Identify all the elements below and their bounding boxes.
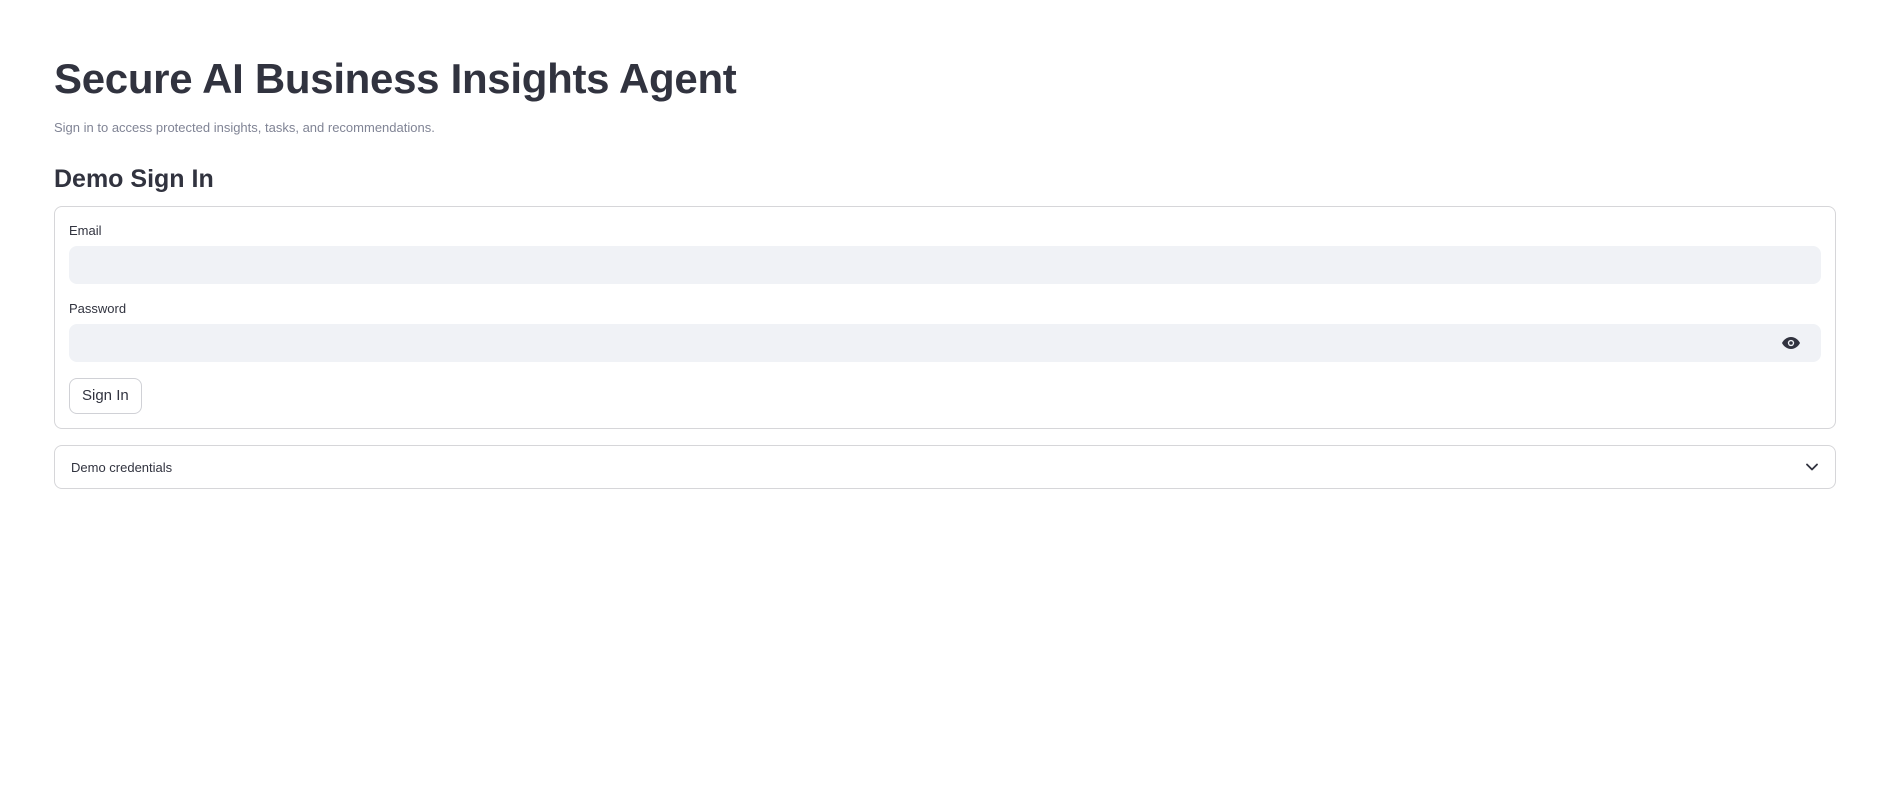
chevron-down-icon bbox=[1805, 460, 1819, 474]
main-content: Secure AI Business Insights Agent Sign i… bbox=[54, 52, 1836, 489]
expander-label: Demo credentials bbox=[71, 459, 173, 475]
password-label: Password bbox=[69, 301, 127, 316]
email-field[interactable] bbox=[69, 246, 1821, 284]
sign-in-button[interactable]: Sign In bbox=[69, 378, 142, 414]
demo-credentials-expander[interactable]: Demo credentials bbox=[54, 445, 1836, 489]
email-label: Email bbox=[69, 223, 102, 238]
page-title: Secure AI Business Insights Agent bbox=[54, 55, 737, 102]
email-input-container bbox=[69, 246, 1821, 284]
password-input-container bbox=[69, 324, 1821, 362]
section-title: Demo Sign In bbox=[54, 165, 214, 193]
page-caption: Sign in to access protected insights, ta… bbox=[54, 120, 435, 135]
eye-icon[interactable] bbox=[1781, 335, 1801, 351]
signin-form: Email Password Sign In bbox=[54, 206, 1836, 429]
password-field[interactable] bbox=[69, 324, 1821, 362]
app-page: Secure AI Business Insights Agent Sign i… bbox=[0, 0, 1885, 801]
